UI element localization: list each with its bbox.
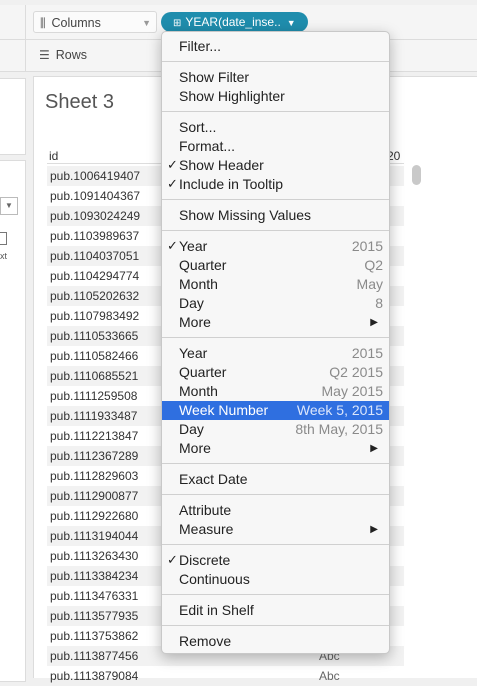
menu-item-show-filter[interactable]: Show Filter (162, 68, 389, 87)
menu-item-day-part[interactable]: Day 8 (162, 294, 389, 313)
row-id-cell: pub.1113194044 (50, 529, 139, 543)
menu-item-continuous[interactable]: Continuous (162, 570, 389, 589)
menu-separator (162, 111, 389, 112)
menu-separator (162, 230, 389, 231)
menu-item-remove[interactable]: Remove (162, 632, 389, 651)
menu-item-quarter-part[interactable]: Quarter Q2 (162, 256, 389, 275)
row-id-cell: pub.1103989637 (50, 229, 140, 243)
vertical-scrollbar[interactable] (412, 165, 421, 185)
menu-separator (162, 544, 389, 545)
checkmark-icon: ✓ (167, 177, 178, 192)
row-id-cell: pub.1111259508 (50, 389, 138, 403)
menu-item-show-missing[interactable]: Show Missing Values (162, 206, 389, 225)
menu-item-exact-date[interactable]: Exact Date (162, 470, 389, 489)
menu-separator (162, 337, 389, 338)
menu-item-more-part[interactable]: More ▶ (162, 313, 389, 332)
checkmark-icon: ✓ (167, 158, 178, 173)
row-id-cell: pub.1113877456 (50, 649, 139, 663)
row-id-cell: pub.1104294774 (50, 269, 140, 283)
row-id-cell: pub.1006419407 (50, 169, 141, 183)
row-id-cell: pub.1091404367 (50, 189, 141, 203)
menu-item-show-highlighter[interactable]: Show Highlighter (162, 87, 389, 106)
menu-item-filter[interactable]: Filter... (162, 37, 389, 56)
menu-item-month-part[interactable]: Month May (162, 275, 389, 294)
column-header-id[interactable]: id (49, 149, 58, 163)
row-id-cell: pub.1112213847 (50, 429, 139, 443)
menu-separator (162, 463, 389, 464)
left-pane-edge (0, 40, 26, 71)
menu-item-edit-in-shelf[interactable]: Edit in Shelf (162, 601, 389, 620)
rows-shelf-label[interactable]: ☰ Rows (33, 44, 157, 66)
row-id-cell: pub.1113753862 (50, 629, 139, 643)
menu-item-year-part[interactable]: ✓ Year 2015 (162, 237, 389, 256)
menu-item-format[interactable]: Format... (162, 137, 389, 156)
rows-icon: ☰ (39, 48, 50, 62)
menu-item-show-header[interactable]: ✓ Show Header (162, 156, 389, 175)
menu-separator (162, 199, 389, 200)
year-date-pill[interactable]: ⊞ YEAR(date_inse.. ▼ (161, 12, 308, 32)
menu-item-sort[interactable]: Sort... (162, 118, 389, 137)
row-id-cell: pub.1112922680 (50, 509, 139, 523)
checkbox[interactable] (0, 232, 7, 245)
menu-item-attribute[interactable]: Attribute (162, 501, 389, 520)
menu-item-month-value[interactable]: Month May 2015 (162, 382, 389, 401)
row-id-cell: pub.1110533665 (50, 329, 139, 343)
menu-separator (162, 625, 389, 626)
chevron-down-icon[interactable]: ▼ (142, 12, 151, 34)
menu-item-measure[interactable]: Measure ▶ (162, 520, 389, 539)
row-id-cell: pub.1110685521 (50, 369, 139, 383)
left-card-panel (0, 78, 26, 155)
row-id-cell: pub.1107983492 (50, 309, 140, 323)
row-id-cell: pub.1093024249 (50, 209, 141, 223)
row-id-cell: pub.1113577935 (50, 609, 139, 623)
table-row[interactable]: pub.1113879084 Abc (47, 666, 404, 686)
row-id-cell: pub.1113476331 (50, 589, 139, 603)
left-pane-edge (0, 5, 26, 39)
row-id-cell: pub.1113384234 (50, 569, 139, 583)
menu-item-week-number[interactable]: Week Number Week 5, 2015 (162, 401, 389, 420)
partial-label: xt (0, 251, 8, 261)
left-filter-panel: ▼ xt (0, 160, 26, 682)
submenu-arrow-icon: ▶ (370, 317, 378, 328)
columns-shelf-label[interactable]: ⫼ Columns ▼ (33, 11, 157, 33)
row-id-cell: pub.1112900877 (50, 489, 139, 503)
menu-item-year-value[interactable]: Year 2015 (162, 344, 389, 363)
menu-separator (162, 594, 389, 595)
menu-separator (162, 61, 389, 62)
dropdown-button[interactable]: ▼ (0, 197, 18, 215)
row-id-cell: pub.1113263430 (50, 549, 139, 563)
menu-separator (162, 494, 389, 495)
checkmark-icon: ✓ (167, 553, 178, 568)
columns-icon: ⫼ (40, 16, 46, 30)
menu-item-day-value[interactable]: Day 8th May, 2015 (162, 420, 389, 439)
menu-item-discrete[interactable]: ✓ Discrete (162, 551, 389, 570)
row-id-cell: pub.1105202632 (50, 289, 140, 303)
submenu-arrow-icon: ▶ (370, 443, 378, 454)
plus-icon: ⊞ (173, 18, 182, 29)
row-value-cell: Abc (319, 669, 340, 683)
checkmark-icon: ✓ (167, 239, 178, 254)
sheet-title: Sheet 3 (45, 91, 114, 113)
row-id-cell: pub.1104037051 (50, 249, 140, 263)
menu-item-quarter-value[interactable]: Quarter Q2 2015 (162, 363, 389, 382)
row-id-cell: pub.1113879084 (50, 669, 139, 683)
chevron-down-icon[interactable]: ▼ (287, 18, 296, 28)
row-id-cell: pub.1110582466 (50, 349, 139, 363)
menu-item-more-value[interactable]: More ▶ (162, 439, 389, 458)
row-id-cell: pub.1111933487 (50, 409, 138, 423)
menu-item-include-tooltip[interactable]: ✓ Include in Tooltip (162, 175, 389, 194)
row-id-cell: pub.1112367289 (50, 449, 139, 463)
row-id-cell: pub.1112829603 (50, 469, 139, 483)
submenu-arrow-icon: ▶ (370, 524, 378, 535)
pill-context-menu: Filter... Show Filter Show Highlighter S… (161, 31, 390, 654)
